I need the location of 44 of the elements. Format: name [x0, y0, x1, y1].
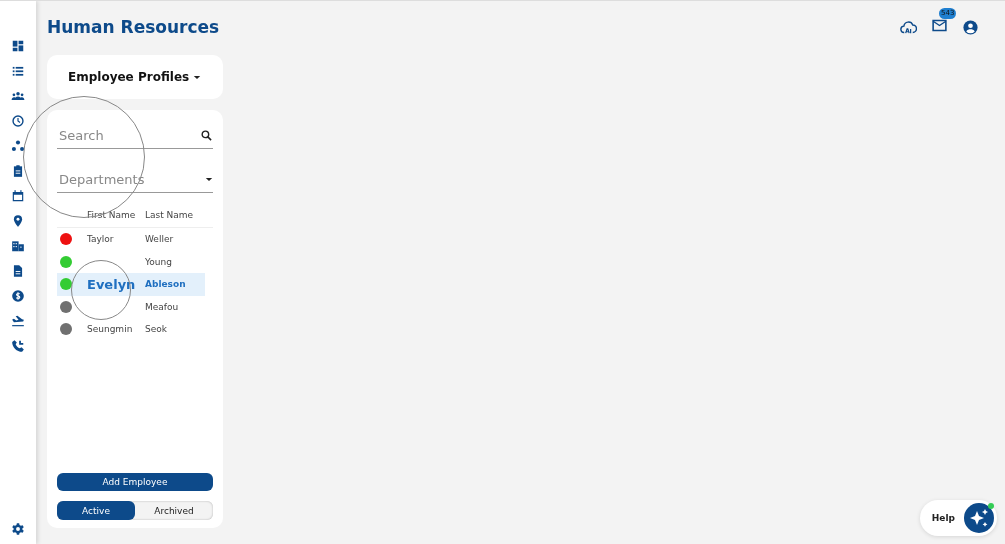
employee-row[interactable]: Evelyn Ableson [57, 273, 205, 296]
dots-icon[interactable] [11, 139, 25, 153]
last-name: Seok [145, 324, 168, 335]
last-name: Meafou [145, 301, 180, 312]
clipboard-icon[interactable] [11, 164, 25, 178]
sparkle-icon[interactable] [963, 502, 995, 534]
toggle-option[interactable]: Active [57, 501, 135, 520]
first-name: Taylor [87, 234, 114, 245]
caret-icon[interactable] [193, 74, 201, 80]
first-name: Evelyn [87, 276, 136, 292]
dashboard-icon[interactable] [11, 39, 25, 53]
search-icon[interactable] [200, 128, 213, 142]
toggle-option[interactable]: Archived [135, 501, 213, 520]
column-header: First Name [87, 210, 137, 220]
help-label: Help [931, 513, 955, 523]
employee-row[interactable]: Meafou [57, 295, 205, 318]
employee-row[interactable]: Young [57, 250, 205, 273]
caret-icon [205, 176, 213, 182]
plane-icon[interactable] [11, 314, 25, 328]
list-icon[interactable] [11, 64, 25, 78]
settings-icon[interactable] [11, 522, 25, 536]
first-name: Seungmin [87, 324, 133, 335]
building-icon[interactable] [11, 239, 25, 253]
location-pin-icon[interactable] [11, 214, 25, 228]
column-header: Last Name [145, 210, 195, 220]
page-title: Human Resources [47, 17, 220, 37]
dollar-icon[interactable] [11, 289, 25, 303]
phone-icon[interactable] [11, 339, 25, 353]
calendar-icon[interactable] [11, 189, 25, 203]
clock-icon[interactable] [11, 114, 25, 128]
department-dropdown[interactable]: Departments [57, 170, 205, 188]
account-icon[interactable] [962, 18, 979, 36]
employee-row[interactable]: Taylor Weller [57, 228, 205, 251]
last-name: Ableson [145, 279, 187, 290]
add-employee-button[interactable]: Add Employee [57, 473, 213, 491]
cloud-ai-icon[interactable] [900, 18, 917, 36]
employee-row[interactable]: Seungmin Seok [57, 318, 205, 341]
help-button[interactable]: Help [919, 500, 997, 536]
document-icon[interactable] [11, 264, 25, 278]
search-field[interactable]: Search [57, 126, 200, 144]
last-name: Weller [145, 234, 175, 245]
people-icon[interactable] [11, 89, 25, 103]
profile-selector[interactable]: Employee Profiles [68, 70, 190, 84]
last-name: Young [145, 256, 173, 267]
